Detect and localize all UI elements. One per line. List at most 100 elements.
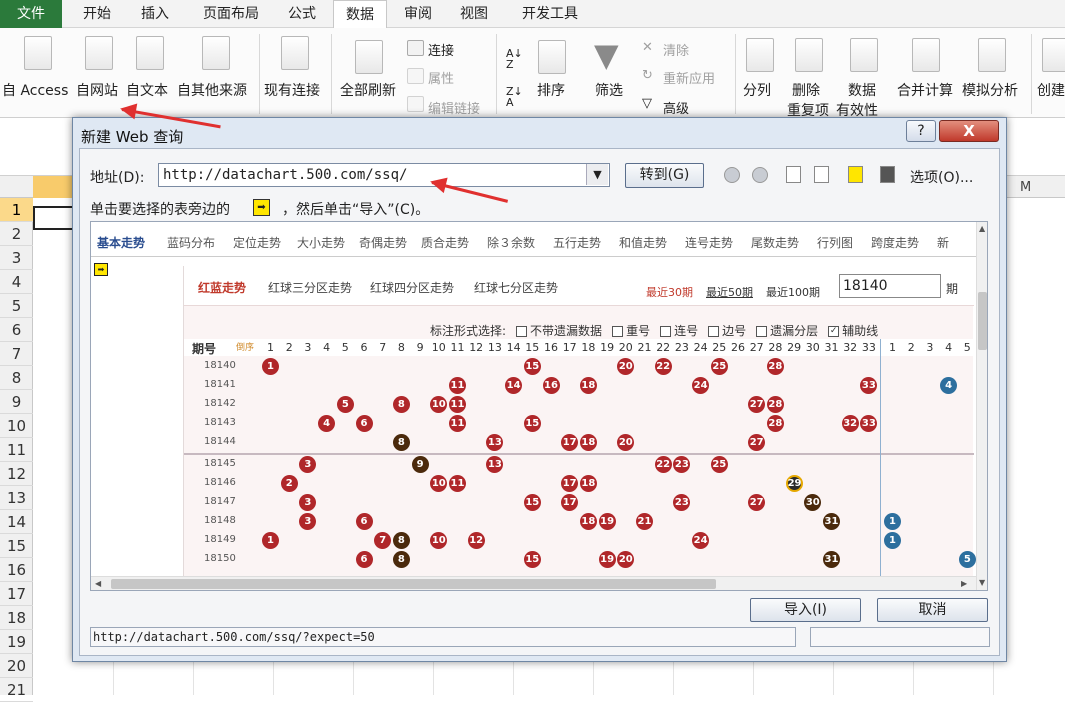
chart-subtab[interactable]: 红球七分区走势 xyxy=(474,279,558,296)
row-header[interactable]: 20 xyxy=(0,654,33,678)
tab-page-layout[interactable]: 页面布局 xyxy=(195,0,267,28)
web-tab[interactable]: 奇偶走势 xyxy=(359,234,407,251)
web-tab[interactable]: 连号走势 xyxy=(685,234,733,251)
horizontal-scrollbar-thumb[interactable] xyxy=(111,579,716,589)
row-header[interactable]: 18 xyxy=(0,606,33,630)
import-button[interactable]: 导入(I) xyxy=(750,598,861,622)
vertical-scrollbar[interactable]: ▲ ▼ xyxy=(976,222,987,590)
web-tab[interactable]: 大小走势 xyxy=(297,234,345,251)
text-to-columns-button[interactable]: 分列 xyxy=(743,80,771,100)
connections-button[interactable]: 连接 xyxy=(428,40,454,59)
existing-connections-button[interactable]: 现有连接 xyxy=(264,80,320,100)
option-checkbox[interactable] xyxy=(612,326,624,337)
web-tab[interactable]: 五行走势 xyxy=(553,234,601,251)
edit-links-button[interactable]: 编辑链接 xyxy=(428,98,480,117)
web-preview[interactable]: 基本走势 蓝码分布 定位走势 大小走势 奇偶走势 质合走势 除３余数 五行走势 和值走势 连号走势… xyxy=(90,221,988,591)
row-header[interactable]: 8 xyxy=(0,366,33,390)
reapply-button[interactable]: 重新应用 xyxy=(663,68,715,87)
row-header[interactable]: 16 xyxy=(0,558,33,582)
option-checkbox[interactable]: ✓ xyxy=(828,326,840,337)
row-header[interactable]: 15 xyxy=(0,534,33,558)
scroll-right-icon[interactable]: ▶ xyxy=(961,579,967,588)
web-tab[interactable]: 跨度走势 xyxy=(871,234,919,251)
row-header[interactable]: 4 xyxy=(0,270,33,294)
sort-za-icon[interactable]: Z↓ A xyxy=(506,86,523,108)
data-validation-label[interactable]: 数据 xyxy=(848,80,876,100)
recent-50-link[interactable]: 最近50期 xyxy=(706,284,753,300)
sort-column-header[interactable]: 倒序 xyxy=(236,340,254,353)
horizontal-scrollbar[interactable]: ◀ ▶ xyxy=(91,576,976,590)
save-query-icon[interactable] xyxy=(880,166,895,183)
create-group-button[interactable]: 创建 xyxy=(1037,80,1065,100)
properties-button[interactable]: 属性 xyxy=(428,68,454,87)
row-header[interactable]: 3 xyxy=(0,246,33,270)
row-header[interactable]: 5 xyxy=(0,294,33,318)
tab-view[interactable]: 视图 xyxy=(452,0,496,28)
back-icon[interactable] xyxy=(724,167,740,183)
recent-30-link[interactable]: 最近30期 xyxy=(646,284,693,300)
filter-button[interactable]: 筛选 xyxy=(595,80,623,100)
chart-subtab[interactable]: 红蓝走势 xyxy=(198,279,246,296)
web-tab[interactable]: 定位走势 xyxy=(233,234,281,251)
tab-developer[interactable]: 开发工具 xyxy=(512,0,588,28)
what-if-analysis-button[interactable]: 模拟分析 xyxy=(962,80,1018,100)
stop-icon[interactable] xyxy=(786,166,801,183)
web-tab[interactable]: 基本走势 xyxy=(97,234,145,251)
address-input[interactable]: http://datachart.500.com/ssq/ xyxy=(158,163,610,187)
tab-formulas[interactable]: 公式 xyxy=(280,0,324,28)
web-tab[interactable]: 新 xyxy=(937,234,949,251)
row-header[interactable]: 1 xyxy=(0,198,33,222)
web-tab[interactable]: 尾数走势 xyxy=(751,234,799,251)
column-header-m[interactable]: M xyxy=(1020,180,1031,195)
help-button[interactable]: ? xyxy=(906,120,936,142)
option-checkbox[interactable] xyxy=(756,326,768,337)
option-checkbox[interactable] xyxy=(708,326,720,337)
row-header[interactable]: 2 xyxy=(0,222,33,246)
scroll-down-icon[interactable]: ▼ xyxy=(979,578,985,587)
close-button[interactable]: X xyxy=(939,120,999,142)
chart-subtab[interactable]: 红球三分区走势 xyxy=(268,279,352,296)
web-tab[interactable]: 行列图 xyxy=(817,234,853,251)
remove-duplicates-label[interactable]: 删除 xyxy=(792,80,820,100)
forward-icon[interactable] xyxy=(752,167,768,183)
table-select-arrow-icon[interactable]: ➡ xyxy=(94,263,108,276)
row-header[interactable]: 6 xyxy=(0,318,33,342)
scroll-left-icon[interactable]: ◀ xyxy=(95,579,101,588)
refresh-all-button[interactable]: 全部刷新 xyxy=(340,80,396,100)
from-other-sources-button[interactable]: 自其他来源 xyxy=(177,80,247,100)
tab-insert[interactable]: 插入 xyxy=(133,0,177,28)
options-button[interactable]: 选项(O)... xyxy=(910,167,973,187)
row-header[interactable]: 11 xyxy=(0,438,33,462)
tab-home[interactable]: 开始 xyxy=(75,0,119,28)
scroll-up-icon[interactable]: ▲ xyxy=(979,224,985,233)
issue-input[interactable]: 18140 xyxy=(839,274,941,298)
option-checkbox[interactable] xyxy=(516,326,528,337)
row-header[interactable]: 13 xyxy=(0,486,33,510)
row-header[interactable]: 19 xyxy=(0,630,33,654)
web-tab[interactable]: 除３余数 xyxy=(487,234,535,251)
tab-review[interactable]: 审阅 xyxy=(396,0,440,28)
consolidate-button[interactable]: 合并计算 xyxy=(897,80,953,100)
advanced-button[interactable]: 高级 xyxy=(663,98,689,117)
row-header[interactable]: 21 xyxy=(0,678,33,702)
go-button[interactable]: 转到(G) xyxy=(625,163,704,188)
tab-data[interactable]: 数据 xyxy=(333,0,387,29)
row-header[interactable]: 14 xyxy=(0,510,33,534)
cancel-button[interactable]: 取消 xyxy=(877,598,988,622)
row-header[interactable]: 17 xyxy=(0,582,33,606)
from-access-button[interactable]: 自 Access xyxy=(2,80,68,100)
tab-file[interactable]: 文件 xyxy=(0,0,62,28)
row-header[interactable]: 10 xyxy=(0,414,33,438)
web-tab[interactable]: 蓝码分布 xyxy=(167,234,215,251)
sort-button[interactable]: 排序 xyxy=(537,80,565,100)
clear-button[interactable]: 清除 xyxy=(663,40,689,59)
from-web-button[interactable]: 自网站 xyxy=(76,80,118,100)
recent-100-link[interactable]: 最近100期 xyxy=(766,284,820,300)
web-tab[interactable]: 质合走势 xyxy=(421,234,469,251)
web-tab[interactable]: 和值走势 xyxy=(619,234,667,251)
chart-subtab[interactable]: 红球四分区走势 xyxy=(370,279,454,296)
option-checkbox[interactable] xyxy=(660,326,672,337)
address-dropdown-icon[interactable]: ▼ xyxy=(586,164,608,185)
row-header[interactable]: 12 xyxy=(0,462,33,486)
from-text-button[interactable]: 自文本 xyxy=(126,80,168,100)
